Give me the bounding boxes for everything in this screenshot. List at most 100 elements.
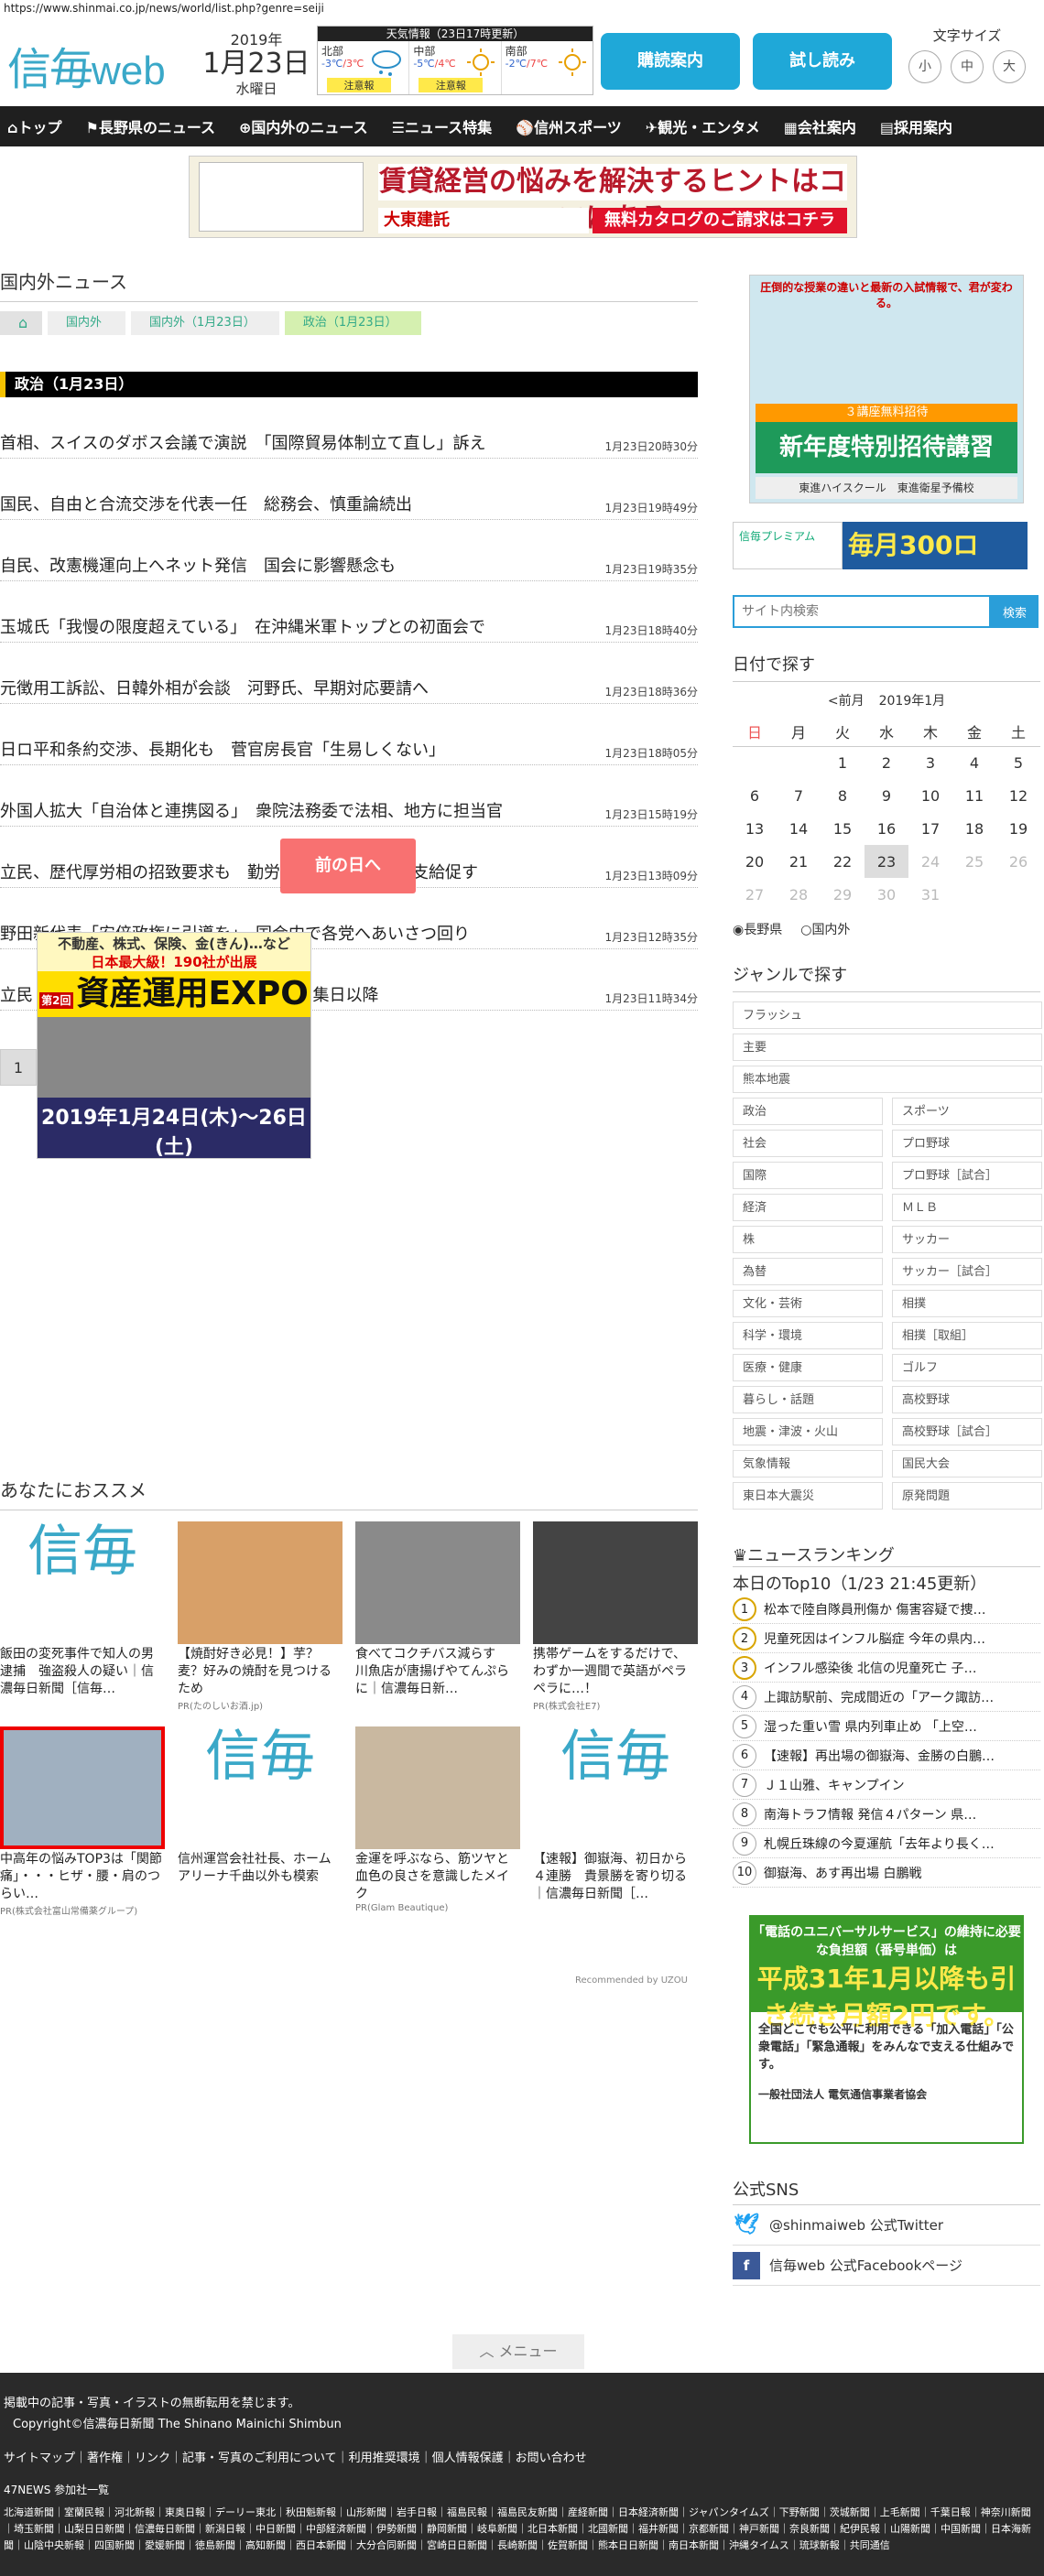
footer-members[interactable]: 北海道新聞｜室蘭民報｜河北新報｜東奥日報｜デーリー東北｜秋田魁新報｜山形新聞｜岩… xyxy=(0,2497,1044,2554)
ad-toshin[interactable]: 圧倒的な授業の違いと最新の入試情報で、君が変わる。 ３講座無料招待 新年度特別招… xyxy=(749,275,1024,503)
genre-item[interactable]: 主要 xyxy=(733,1034,1042,1061)
search-button[interactable]: 検索 xyxy=(991,595,1039,628)
nav-sports[interactable]: ⚾信州スポーツ xyxy=(516,115,622,137)
font-large-button[interactable]: 大 xyxy=(993,50,1026,83)
genre-item[interactable]: ゴルフ xyxy=(892,1354,1042,1381)
article-headline[interactable]: 元徴用工訴訟、日韓外相が会談 河野氏、早期対応要請へ xyxy=(0,676,429,703)
ranking-item[interactable]: 5 湿った重い雪 県内列車止め 「上空… xyxy=(733,1712,1040,1741)
genre-item[interactable]: 医療・健康 xyxy=(733,1354,883,1381)
calendar-day[interactable]: 6 xyxy=(733,779,777,812)
calendar-day[interactable]: 4 xyxy=(952,746,996,779)
page-1-button[interactable]: 1 xyxy=(0,1049,37,1086)
calendar-day[interactable]: 17 xyxy=(908,812,952,845)
site-logo[interactable]: 信毎web xyxy=(7,33,166,97)
genre-item[interactable]: 原発問題 xyxy=(892,1482,1042,1510)
ranking-item[interactable]: 6 【速報】再出場の御嶽海、金勝の白鵬… xyxy=(733,1741,1040,1770)
article-row[interactable]: 元徴用工訴訟、日韓外相が会談 河野氏、早期対応要請へ 1月23日18時36分 xyxy=(0,643,698,704)
genre-item[interactable]: 熊本地震 xyxy=(733,1066,1042,1093)
calendar-day[interactable]: 7 xyxy=(777,779,821,812)
calendar-day[interactable]: 23 xyxy=(865,845,908,878)
weather-widget[interactable]: 天気情報（23日17時更新） 北部 -3℃/3℃ 注意報 中部 -5℃/4℃ 注… xyxy=(317,26,593,95)
nav-world[interactable]: ⊕国内外のニュース xyxy=(239,115,368,137)
search-input[interactable] xyxy=(733,595,991,628)
genre-item[interactable]: 国民大会 xyxy=(892,1450,1042,1477)
calendar-day[interactable]: 13 xyxy=(733,812,777,845)
ranking-item[interactable]: 1 松本で陸自隊員刑傷か 傷害容疑で捜… xyxy=(733,1595,1040,1624)
ad-universal-service[interactable]: 「電話のユニバーサルサービス」の維持に必要な負担額（番号単価）は 平成31年1月以… xyxy=(749,1915,1024,2144)
genre-item[interactable]: 高校野球［試合］ xyxy=(892,1418,1042,1445)
ranking-item[interactable]: 3 インフル感染後 北信の児童死亡 子… xyxy=(733,1653,1040,1683)
nav-company[interactable]: ▦会社案内 xyxy=(784,115,856,137)
calendar-day[interactable]: 1 xyxy=(821,746,865,779)
article-headline[interactable]: 玉城氏「我慢の限度超えている」 在沖縄米軍トップとの初面会で xyxy=(0,614,485,642)
calendar-day[interactable]: 3 xyxy=(908,746,952,779)
breadcrumb-item[interactable]: 国内外（1月23日） xyxy=(131,311,279,335)
trial-button[interactable]: 試し読み xyxy=(753,33,892,90)
article-headline[interactable]: 外国人拡大「自治体と連携図る」 衆院法務委で法相、地方に担当官 xyxy=(0,798,503,826)
breadcrumb-home[interactable]: ⌂ xyxy=(0,311,42,335)
genre-item[interactable]: 東日本大震災 xyxy=(733,1482,883,1510)
nav-top[interactable]: ⌂トップ xyxy=(7,115,61,137)
ranking-item[interactable]: 2 児童死因はインフル脳症 今年の県内… xyxy=(733,1624,1040,1653)
recommend-card[interactable]: 食べてコクチバス減らす 川魚店が唐揚げやてんぷらに｜信濃毎日新… xyxy=(355,1521,520,1712)
subscribe-button[interactable]: 購読案内 xyxy=(601,33,740,90)
calendar-prev-link[interactable]: <前月 xyxy=(828,694,865,709)
genre-item[interactable]: サッカー［試合］ xyxy=(892,1258,1042,1285)
nav-tourism[interactable]: ✈観光・エンタメ xyxy=(646,115,760,137)
genre-item[interactable]: スポーツ xyxy=(892,1098,1042,1125)
calendar-day[interactable]: 5 xyxy=(996,746,1040,779)
radio-nagano[interactable]: ◉長野県 xyxy=(733,920,782,938)
calendar-day[interactable]: 14 xyxy=(777,812,821,845)
nav-feature[interactable]: ☰ニュース特集 xyxy=(392,115,493,137)
nav-recruit[interactable]: ▤採用案内 xyxy=(880,115,952,137)
calendar-day[interactable]: 16 xyxy=(865,812,908,845)
genre-item[interactable]: 政治 xyxy=(733,1098,883,1125)
ranking-item[interactable]: 4 上諏訪駅前、完成間近の「アーク諏訪… xyxy=(733,1683,1040,1712)
genre-item[interactable]: 科学・環境 xyxy=(733,1322,883,1349)
genre-item[interactable]: プロ野球［試合］ xyxy=(892,1162,1042,1189)
calendar-day[interactable]: 18 xyxy=(952,812,996,845)
calendar-day[interactable]: 11 xyxy=(952,779,996,812)
calendar-day[interactable]: 19 xyxy=(996,812,1040,845)
genre-item[interactable]: サッカー xyxy=(892,1226,1042,1253)
footer-links[interactable]: サイトマップ｜著作権｜リンク｜記事・写真のご利用について｜利用推奨環境｜個人情報… xyxy=(0,2431,1044,2465)
ranking-item[interactable]: 7 Ｊ１山雅、キャンプイン xyxy=(733,1770,1040,1800)
recommend-card[interactable]: 【焼酎好き必見！】芋？麦？好みの焼酎を見つけるため PR(たのしいお酒.jp) xyxy=(178,1521,343,1712)
nav-nagano[interactable]: ⚑長野県のニュース xyxy=(85,115,215,137)
radio-world[interactable]: ○国内外 xyxy=(800,920,850,938)
calendar-day[interactable]: 15 xyxy=(821,812,865,845)
article-row[interactable]: 自民、改憲機運向上へネット発信 国会に影響懸念も 1月23日19時35分 xyxy=(0,520,698,581)
calendar-day[interactable]: 8 xyxy=(821,779,865,812)
prev-day-button[interactable]: 前の日へ xyxy=(280,839,416,893)
genre-item[interactable]: 高校野球 xyxy=(892,1386,1042,1413)
calendar-day[interactable]: 9 xyxy=(865,779,908,812)
ranking-item[interactable]: 8 南海トラフ情報 発信４パターン 県… xyxy=(733,1800,1040,1829)
ad-expo[interactable]: 不動産、株式、保険、金(きん)…など 日本最大級！190社が出展 第2回 資産運用E… xyxy=(37,932,311,1181)
font-medium-button[interactable]: 中 xyxy=(951,50,984,83)
calendar-day[interactable]: 12 xyxy=(996,779,1040,812)
twitter-link[interactable]: 🕊 @shinmaiweb 公式Twitter xyxy=(733,2205,1040,2246)
article-headline[interactable]: 自民、改憲機運向上へネット発信 国会に影響懸念も xyxy=(0,553,396,580)
genre-item[interactable]: 地震・津波・火山 xyxy=(733,1418,883,1445)
article-row[interactable]: 玉城氏「我慢の限度超えている」 在沖縄米軍トップとの初面会で 1月23日18時40… xyxy=(0,581,698,643)
article-row[interactable]: 外国人拡大「自治体と連携図る」 衆院法務委で法相、地方に担当官 1月23日15時1… xyxy=(0,765,698,827)
calendar-day[interactable]: 2 xyxy=(865,746,908,779)
recommend-card[interactable]: 信毎 【速報】御嶽海、初日から４連勝 貴景勝を寄り切る｜信濃毎日新聞［… xyxy=(533,1726,698,1917)
calendar-day[interactable]: 10 xyxy=(908,779,952,812)
genre-item[interactable]: 国際 xyxy=(733,1162,883,1189)
genre-item[interactable]: 株 xyxy=(733,1226,883,1253)
ranking-item[interactable]: 9 札幌丘珠線の今夏運航「去年より長く… xyxy=(733,1829,1040,1858)
recommend-card[interactable]: 信毎 信州運営会社社長、ホームアリーナ千曲以外も模索 xyxy=(178,1726,343,1917)
article-row[interactable]: 日ロ平和条約交渉、長期化も 菅官房長官「生易しくない」 1月23日18時05分 xyxy=(0,704,698,765)
genre-item[interactable]: 為替 xyxy=(733,1258,883,1285)
article-row[interactable]: 首相、スイスのダボス会議で演説 「国際貿易体制立て直し」訴え 1月23日20時30… xyxy=(0,397,698,459)
ad-banner-top[interactable]: 賃貸経営の悩みを解決するヒントはココにある 大東建託 無料カタログのご請求はコチ… xyxy=(189,156,857,238)
article-headline[interactable]: 国民、自由と合流交渉を代表一任 総務会、慎重論続出 xyxy=(0,492,412,519)
ranking-item[interactable]: 10 御嶽海、あす再出場 白鵬戦 xyxy=(733,1858,1040,1888)
article-headline[interactable]: 首相、スイスのダボス会議で演説 「国際貿易体制立て直し」訴え xyxy=(0,430,485,458)
genre-item[interactable]: 経済 xyxy=(733,1194,883,1221)
genre-item[interactable]: ＭＬＢ xyxy=(892,1194,1042,1221)
genre-item[interactable]: フラッシュ xyxy=(733,1001,1042,1029)
genre-item[interactable]: 気象情報 xyxy=(733,1450,883,1477)
genre-item[interactable]: 文化・芸術 xyxy=(733,1290,883,1317)
